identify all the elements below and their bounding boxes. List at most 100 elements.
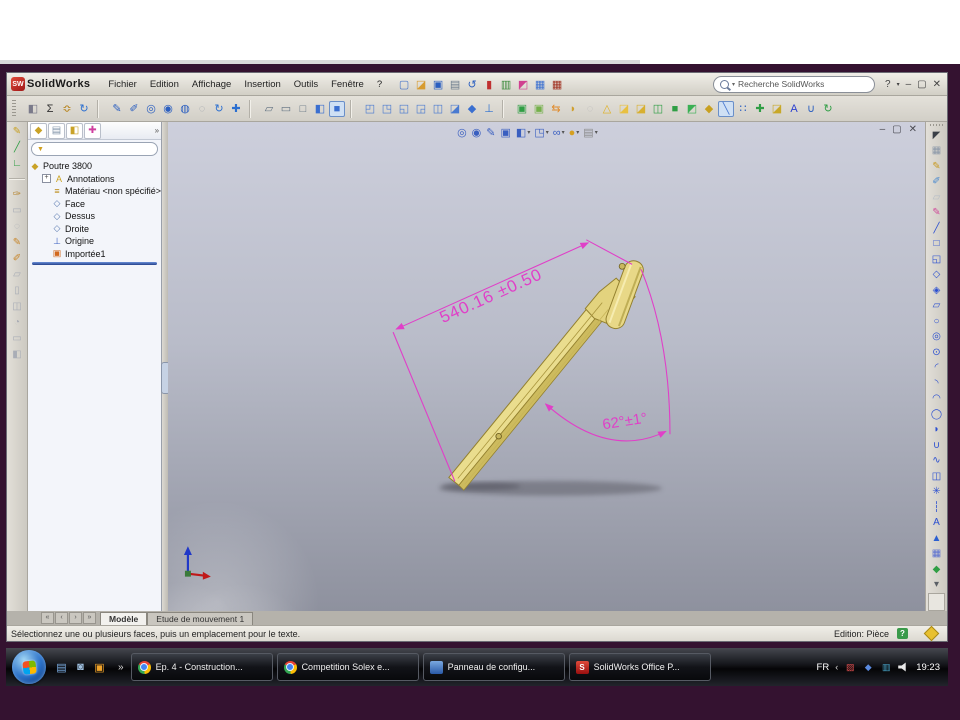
spline-icon[interactable]: ∿	[930, 454, 944, 468]
view-left-icon[interactable]: ◱	[396, 101, 412, 117]
tab-nav-next[interactable]: ›	[69, 612, 82, 624]
tab-nav-prev[interactable]: ‹	[55, 612, 68, 624]
expand-icon[interactable]	[42, 200, 49, 207]
grid-red-icon[interactable]: ▦	[549, 76, 565, 92]
equations-icon[interactable]: Σ	[42, 101, 58, 117]
office-icon-1[interactable]: ▣	[514, 101, 530, 117]
wireframe-icon[interactable]: ▱	[261, 101, 277, 117]
help-dropdown-icon[interactable]: ▾	[897, 81, 900, 88]
tree-item-droite[interactable]: ◇ Droite	[42, 223, 161, 236]
options-sheet-icon[interactable]: ▥	[498, 76, 514, 92]
angle-dimension-text[interactable]: 62°±1°	[601, 411, 648, 434]
line-green-icon[interactable]: ╱	[10, 140, 24, 154]
tool-box-icon[interactable]: ◧	[25, 101, 41, 117]
office-export-icon[interactable]: ◫	[650, 101, 666, 117]
taskbar-button-solidworks[interactable]: S SolidWorks Office P...	[569, 653, 711, 681]
circle-option-icon[interactable]: ⊙	[930, 345, 944, 359]
feature-icon-8[interactable]: ◫	[10, 299, 24, 313]
menu-aide[interactable]: ?	[371, 77, 388, 92]
tree-root-poutre-3800[interactable]: ◆ Poutre 3800	[30, 160, 161, 173]
tree-item-materiau[interactable]: ≡ Matériau <non spécifié>	[42, 185, 161, 198]
view-right-icon[interactable]: ◲	[413, 101, 429, 117]
update-tray-icon[interactable]: ◆	[862, 661, 874, 673]
toolbar-grip[interactable]	[12, 100, 16, 118]
sketch-text-icon[interactable]: A	[930, 516, 944, 530]
arc-3pt-icon[interactable]: ◠	[930, 392, 944, 406]
toolbar-scroll-stub[interactable]	[928, 593, 945, 611]
feature-icon-4[interactable]: ✎	[10, 235, 24, 249]
minimize-button[interactable]: –	[906, 79, 912, 90]
office-pack-icon[interactable]: ◪	[769, 101, 785, 117]
quick-launch-overflow[interactable]: »	[118, 662, 124, 673]
edit-color-icon[interactable]: ◩	[515, 76, 531, 92]
quick-launch-show-desktop[interactable]: ▤	[54, 660, 69, 675]
feature-icon-5[interactable]: ✐	[10, 251, 24, 265]
hud-section-view-icon[interactable]: ◧ ▾	[515, 125, 531, 140]
tree-item-importee1[interactable]: ▣ Importée1	[42, 248, 161, 261]
office-icon-5[interactable]: ◌	[582, 101, 598, 117]
tab-nav-first[interactable]: «	[41, 612, 54, 624]
view-back-icon[interactable]: ◳	[379, 101, 395, 117]
line-tool-icon[interactable]: ╱	[930, 221, 944, 235]
hud-zoom-area-icon[interactable]: ◉	[471, 125, 484, 140]
view-normal-to-icon[interactable]: ⊥	[481, 101, 497, 117]
pattern-icon[interactable]: ▦	[930, 547, 944, 561]
expand-icon[interactable]	[42, 225, 49, 232]
point-icon[interactable]: ✳	[930, 485, 944, 499]
new-document-icon[interactable]: ▢	[396, 76, 412, 92]
parallelogram-icon[interactable]: ▱	[930, 299, 944, 313]
elbow-green-icon[interactable]: ∟	[10, 156, 24, 170]
quick-tips-icon[interactable]: ?	[897, 628, 908, 639]
zoom-area-icon[interactable]: ◉	[160, 101, 176, 117]
office-arrows-icon[interactable]: ⇆	[548, 101, 564, 117]
menu-edition[interactable]: Edition	[144, 77, 185, 92]
hud-scene-icon[interactable]: ▤ ▾	[582, 125, 598, 140]
close-button[interactable]: ✕	[933, 79, 941, 90]
centerpoint-arc-icon[interactable]: ◜	[930, 361, 944, 375]
tree-filter-input[interactable]: ▼	[31, 142, 158, 156]
print-icon[interactable]: ▤	[447, 76, 463, 92]
tab-modele[interactable]: Modèle	[100, 612, 147, 625]
save-icon[interactable]: ▣	[430, 76, 446, 92]
rectangle-3pt-icon[interactable]: ◇	[930, 268, 944, 282]
hud-section-icon[interactable]: ▣	[500, 125, 513, 140]
office-text-icon[interactable]: A	[786, 101, 802, 117]
instant3d-icon[interactable]: ◆	[930, 562, 944, 576]
modify-sketch-icon[interactable]: ✐	[930, 175, 944, 189]
taskbar-button-ep4[interactable]: Ep. 4 - Construction...	[131, 653, 273, 681]
grid-blue-icon[interactable]: ▦	[532, 76, 548, 92]
shaded-with-edges-icon[interactable]: ◧	[312, 101, 328, 117]
tab-featuremanager[interactable]: ◆	[30, 123, 47, 139]
sketch-pencil-icon[interactable]: ✎	[10, 124, 24, 138]
sketch-icon[interactable]: ✎	[930, 159, 944, 173]
sketch-picture-icon[interactable]: ▱	[930, 190, 944, 204]
office-dots-icon[interactable]: ∷	[735, 101, 751, 117]
select-cursor-icon[interactable]: ◤	[930, 128, 944, 142]
menu-outils[interactable]: Outils	[288, 77, 324, 92]
hud-zoom-fit-icon[interactable]: ◎	[456, 125, 469, 140]
hud-pointer-icon[interactable]: ✎	[485, 125, 497, 140]
office-bell-icon[interactable]: △	[599, 101, 615, 117]
tab-configurations[interactable]: ◧	[66, 123, 83, 139]
spline-surface-icon[interactable]: ◫	[930, 469, 944, 483]
tree-item-dessus[interactable]: ◇ Dessus	[42, 210, 161, 223]
help-button[interactable]: ?	[885, 79, 891, 90]
menu-fichier[interactable]: Fichier	[102, 77, 143, 92]
office-folder-1[interactable]: ◪	[616, 101, 632, 117]
tab-etude-de-mouvement[interactable]: Etude de mouvement 1	[147, 612, 253, 625]
circle-icon[interactable]: ○	[930, 314, 944, 328]
office-send-icon[interactable]: ◩	[684, 101, 700, 117]
linear-dimension-text[interactable]: 540.16 ±0.50	[437, 265, 546, 327]
hud-display-style-icon[interactable]: ∞ ▾	[552, 125, 566, 140]
tab-propertymanager[interactable]: ▤	[48, 123, 65, 139]
tree-item-face[interactable]: ◇ Face	[42, 198, 161, 211]
centerline-icon[interactable]: ┆	[930, 500, 944, 514]
feature-icon-9[interactable]: ◔	[10, 315, 24, 329]
polygon-icon[interactable]: ▲	[930, 531, 944, 545]
restore-button[interactable]: ▢	[917, 79, 926, 90]
search-box[interactable]: ▾ Recherche SolidWorks	[713, 76, 875, 93]
view-front-icon[interactable]: ◰	[362, 101, 378, 117]
doc-close-button[interactable]: ✕	[909, 124, 917, 135]
tab-nav-last[interactable]: »	[83, 612, 96, 624]
feature-icon-7[interactable]: ▯	[10, 283, 24, 297]
